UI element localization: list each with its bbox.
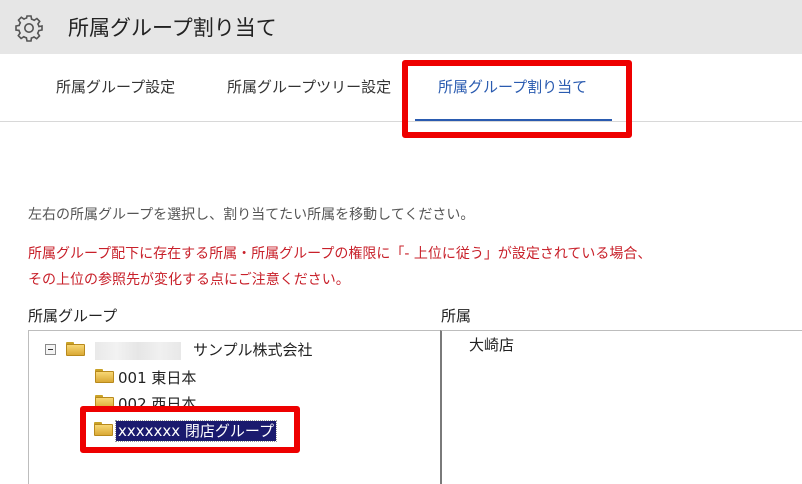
gear-icon[interactable]	[14, 13, 44, 43]
folder-icon	[66, 342, 85, 356]
tab-bar: 所属グループ設定 所属グループツリー設定 所属グループ割り当て	[0, 54, 802, 122]
tree-node-east-japan[interactable]: 001 東日本	[118, 368, 196, 388]
department-panel-label: 所属	[441, 307, 472, 325]
warning-line-1: 所属グループ配下に存在する所属・所属グループの権限に「- 上位に従う」が設定され…	[28, 246, 652, 262]
tab-group-tree-settings[interactable]: 所属グループツリー設定	[227, 76, 391, 98]
group-panel-label: 所属グループ	[28, 307, 118, 325]
tab-highlight-box	[402, 60, 632, 138]
warning-text: 所属グループ配下に存在する所属・所属グループの権限に「- 上位に従う」が設定され…	[28, 241, 651, 293]
department-item-osaki[interactable]: 大崎店	[469, 335, 514, 355]
page-title: 所属グループ割り当て	[68, 16, 277, 40]
warning-line-2: その上位の参照先が変化する点にご注意ください。	[28, 272, 350, 288]
redacted-company-prefix	[95, 342, 181, 360]
instruction-text: 左右の所属グループを選択し、割り当てたい所属を移動してください。	[28, 207, 475, 223]
tab-group-settings[interactable]: 所属グループ設定	[56, 76, 175, 98]
collapse-toggle-icon[interactable]	[45, 344, 56, 355]
tree-node-root[interactable]: サンプル株式会社	[193, 340, 313, 360]
selection-highlight-box	[80, 406, 300, 453]
page-header: 所属グループ割り当て	[0, 0, 802, 54]
folder-icon	[95, 369, 114, 383]
